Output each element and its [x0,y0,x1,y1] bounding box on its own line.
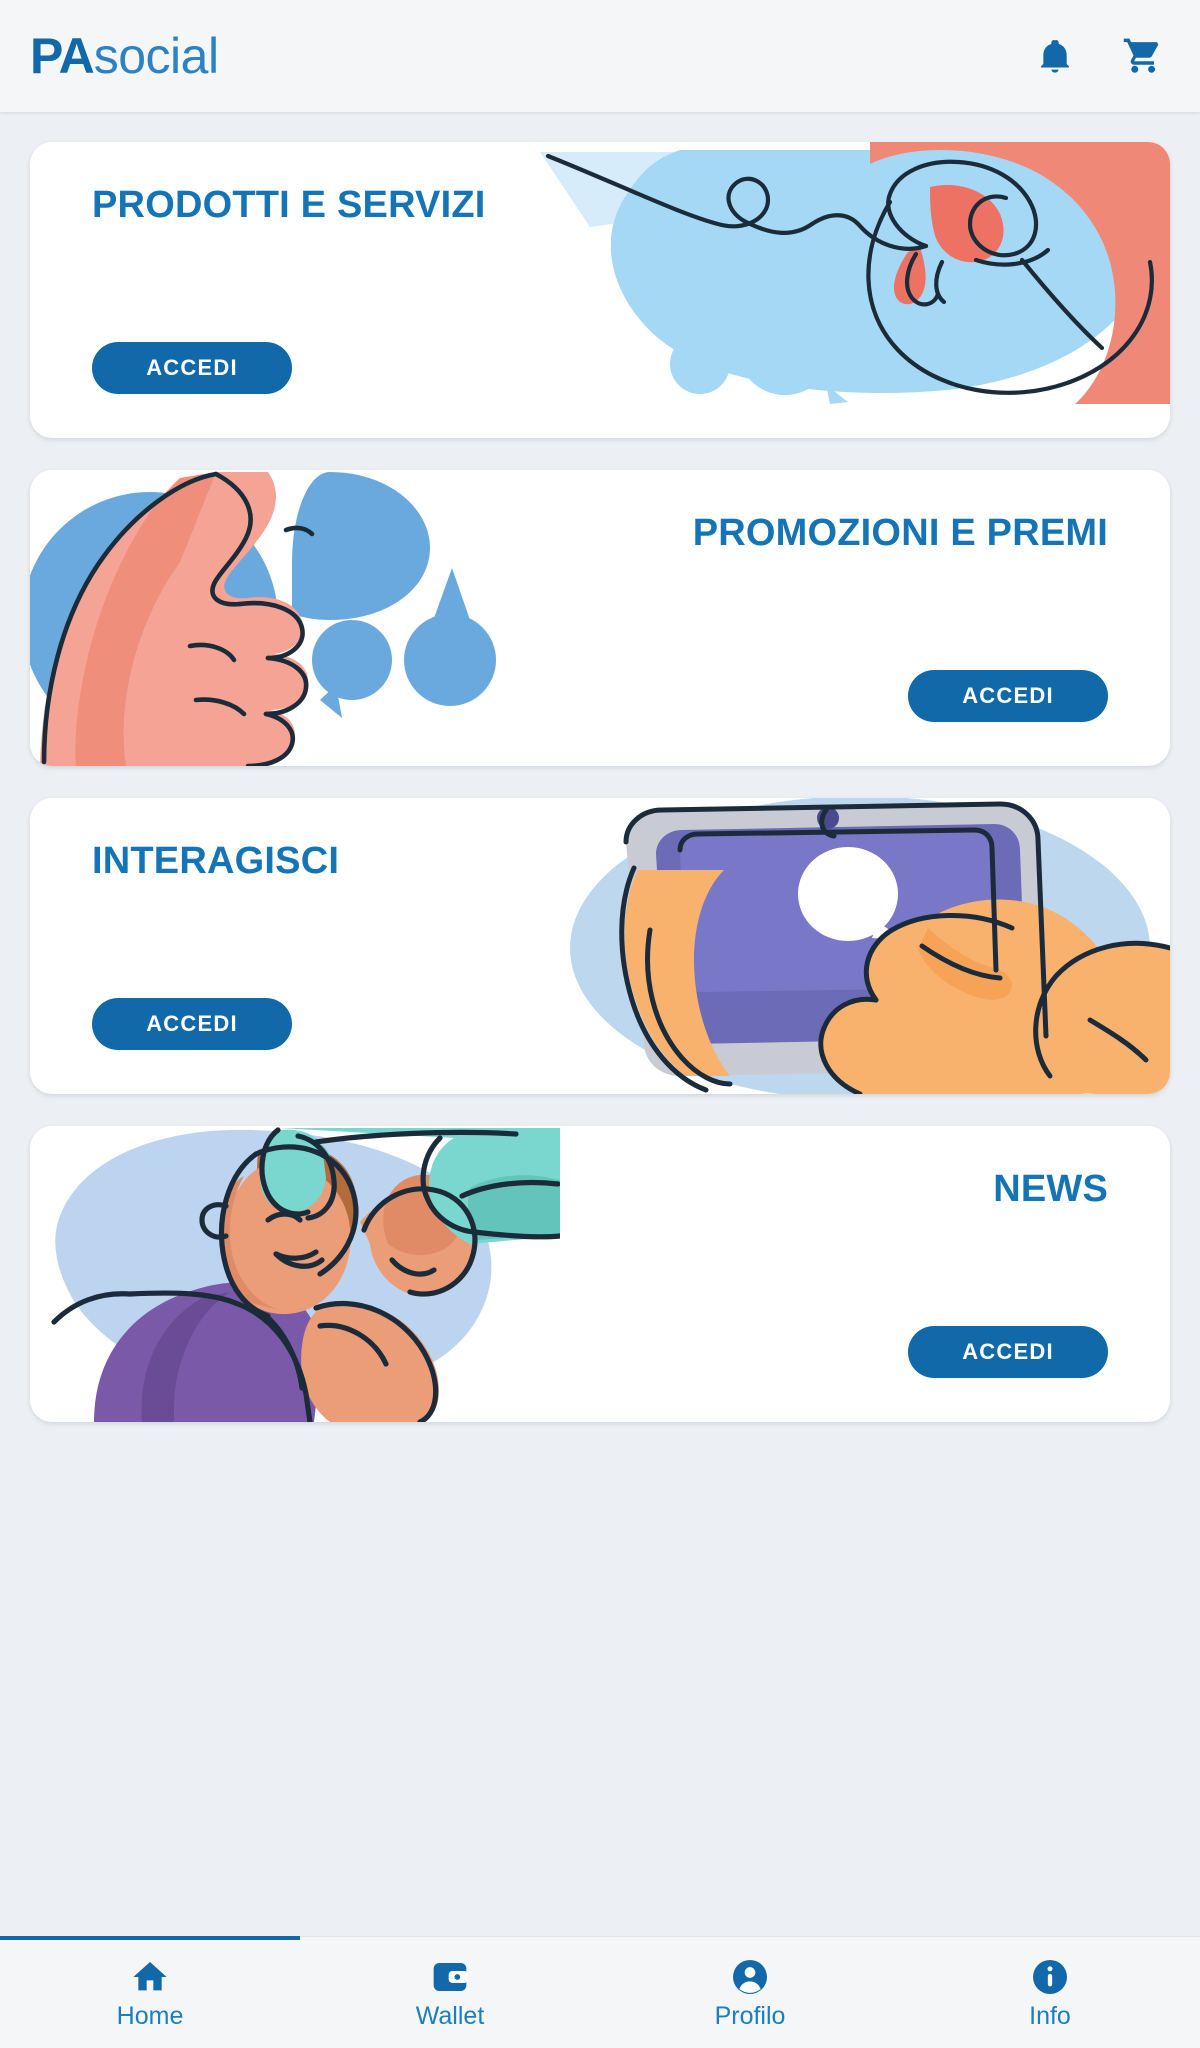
hands-holding-tablet-illustration [530,798,1170,1094]
accedi-button-prodotti-e-servizi[interactable]: ACCEDI [92,342,292,394]
notifications-button[interactable] [1032,33,1078,79]
logo-light-text: social [93,28,219,84]
nav-label-info: Info [1029,2001,1071,2030]
man-with-megaphone-illustration [30,1126,560,1422]
accedi-button-interagisci[interactable]: ACCEDI [92,998,292,1050]
nav-item-home[interactable]: Home [0,1936,300,2048]
nav-item-wallet[interactable]: Wallet [300,1937,600,2048]
card-body: NEWS ACCEDI [908,1126,1108,1422]
header-actions [1032,33,1166,79]
app-logo[interactable]: PA social [30,31,219,81]
nav-item-profilo[interactable]: Profilo [600,1937,900,2048]
logo-bold-text: PA [30,28,95,84]
card-body: PROMOZIONI E PREMI ACCEDI [693,470,1108,766]
card-prodotti-e-servizi[interactable]: PRODOTTI E SERVIZI ACCEDI [30,142,1170,438]
nav-label-wallet: Wallet [415,2001,485,2030]
card-interagisci[interactable]: INTERAGISCI ACCEDI [30,798,1170,1094]
card-title: INTERAGISCI [92,840,340,882]
card-promozioni-e-premi[interactable]: PROMOZIONI E PREMI ACCEDI [30,470,1170,766]
card-title: PROMOZIONI E PREMI [692,512,1108,554]
nav-item-info[interactable]: Info [900,1937,1200,2048]
cart-icon [1122,35,1164,77]
person-circle-icon [730,1957,770,1997]
thumbs-up-illustration [30,470,560,766]
card-news[interactable]: NEWS ACCEDI [30,1126,1170,1422]
accedi-button-news[interactable]: ACCEDI [908,1326,1108,1378]
card-body: INTERAGISCI ACCEDI [92,798,339,1094]
accedi-button-promozioni-e-premi[interactable]: ACCEDI [908,670,1108,722]
app-header: PA social [0,0,1200,112]
card-title: PRODOTTI E SERVIZI [92,184,486,226]
nav-label-home: Home [116,2001,184,2030]
card-title: NEWS [993,1168,1108,1210]
hand-pointing-illustration [530,142,1170,438]
info-circle-icon [1030,1957,1070,1997]
card-body: PRODOTTI E SERVIZI ACCEDI [92,142,486,438]
home-icon [130,1957,170,1997]
nav-label-profilo: Profilo [714,2001,786,2030]
cart-button[interactable] [1120,33,1166,79]
bell-icon [1035,36,1075,76]
wallet-icon [430,1957,470,1997]
card-list: PRODOTTI E SERVIZI ACCEDI PROMOZIONI E P… [0,112,1200,1936]
bottom-navigation: Home Wallet Profilo Info [0,1936,1200,2048]
